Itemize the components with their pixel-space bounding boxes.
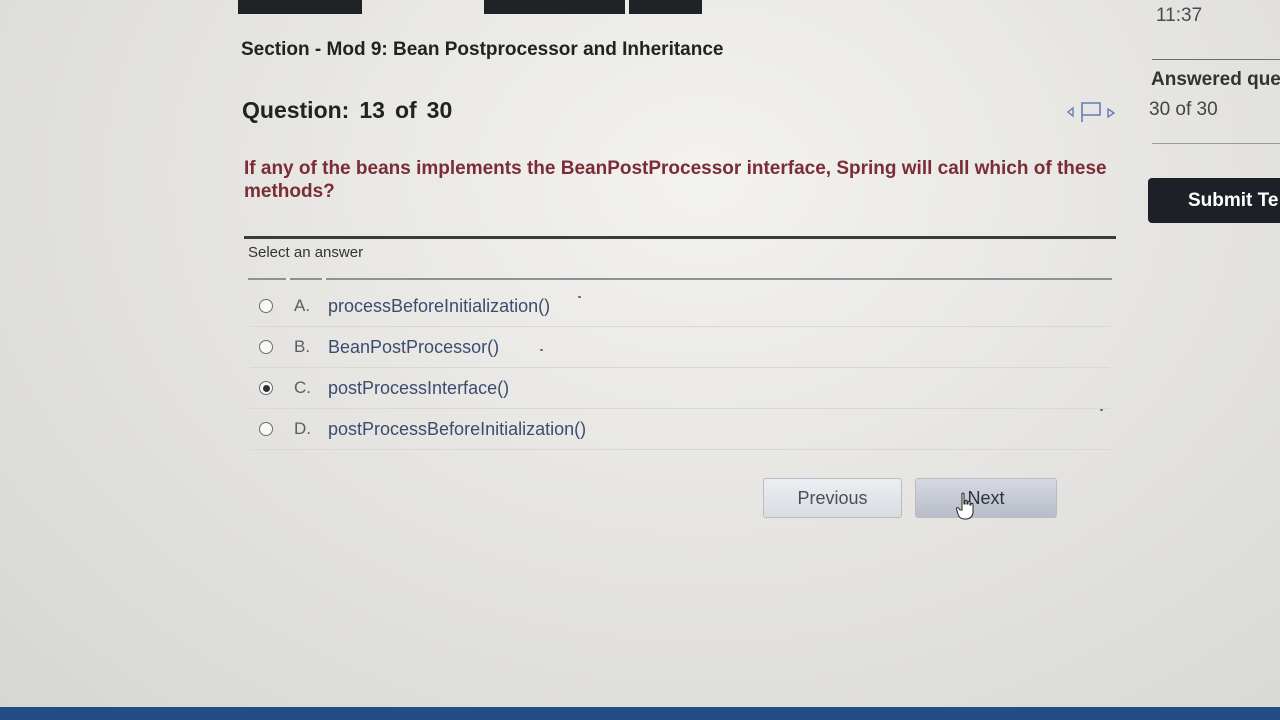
option-letter: C. bbox=[294, 378, 311, 397]
top-tab[interactable] bbox=[484, 0, 625, 14]
divider bbox=[244, 236, 1116, 239]
section-title: Section - Mod 9: Bean Postprocessor and … bbox=[241, 39, 724, 60]
screen-speck bbox=[1100, 409, 1103, 411]
radio-button[interactable] bbox=[259, 299, 273, 313]
next-button[interactable]: Next bbox=[915, 478, 1057, 518]
answered-questions-count: 30 of 30 bbox=[1149, 99, 1218, 120]
answer-option-b[interactable]: B. BeanPostProcessor() bbox=[250, 327, 1110, 368]
submit-test-button[interactable]: Submit Te bbox=[1148, 178, 1280, 223]
answered-questions-title: Answered que bbox=[1151, 69, 1280, 90]
answer-options: A. processBeforeInitialization() B. Bean… bbox=[250, 286, 1110, 450]
question-of: of bbox=[394, 97, 417, 123]
answer-option-d[interactable]: D. postProcessBeforeInitialization() bbox=[250, 409, 1110, 450]
previous-flag-arrow-icon[interactable] bbox=[1066, 106, 1074, 118]
question-prompt: If any of the beans implements the BeanP… bbox=[244, 158, 1107, 202]
question-number: 13 bbox=[359, 97, 385, 123]
answer-option-a[interactable]: A. processBeforeInitialization() bbox=[250, 286, 1110, 327]
flag-icon[interactable] bbox=[1081, 102, 1101, 122]
radio-button[interactable] bbox=[259, 422, 273, 436]
screen-speck bbox=[578, 296, 581, 298]
top-tab[interactable] bbox=[238, 0, 362, 14]
timer: 11:37 bbox=[1156, 5, 1203, 26]
divider bbox=[1152, 59, 1280, 60]
top-tab[interactable] bbox=[629, 0, 702, 14]
question-header: Question: 13 of 30 bbox=[242, 97, 462, 124]
option-letter: B. bbox=[294, 337, 311, 356]
radio-button-selected[interactable] bbox=[259, 381, 273, 395]
previous-button[interactable]: Previous bbox=[763, 478, 902, 518]
divider bbox=[248, 278, 1112, 280]
select-answer-label: Select an answer bbox=[248, 244, 364, 261]
answer-option-c[interactable]: C. postProcessInterface() bbox=[250, 368, 1110, 409]
hand-cursor-icon bbox=[956, 492, 974, 520]
taskbar-strip bbox=[0, 707, 1280, 720]
radio-button[interactable] bbox=[259, 340, 273, 354]
option-text: BeanPostProcessor() bbox=[328, 336, 500, 357]
option-letter: A. bbox=[294, 296, 311, 315]
option-text: processBeforeInitialization() bbox=[328, 295, 551, 316]
divider bbox=[1152, 143, 1280, 144]
option-letter: D. bbox=[294, 419, 311, 438]
option-text: postProcessBeforeInitialization() bbox=[328, 418, 587, 439]
option-text: postProcessInterface() bbox=[328, 377, 510, 398]
question-label: Question: bbox=[242, 97, 350, 123]
screen-speck bbox=[540, 349, 543, 351]
flag-question-control[interactable] bbox=[1066, 101, 1122, 123]
question-total: 30 bbox=[426, 97, 453, 123]
next-flag-arrow-icon[interactable] bbox=[1107, 107, 1116, 119]
